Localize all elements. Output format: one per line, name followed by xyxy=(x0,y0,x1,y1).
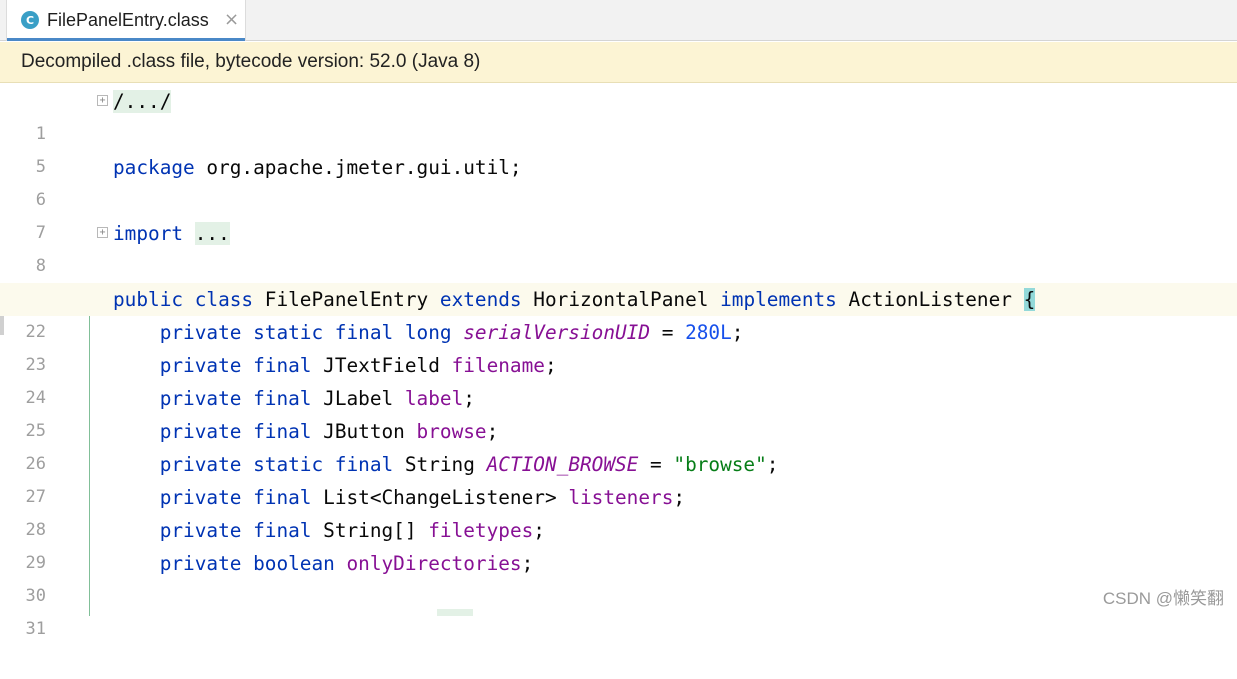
line-number: 31 xyxy=(25,619,46,639)
keyword: private static final xyxy=(113,453,405,476)
brace-highlight: { xyxy=(1023,288,1036,311)
type-name: JButton xyxy=(323,420,417,443)
code-line-current[interactable]: 22 public class FilePanelEntry extends H… xyxy=(0,283,1237,342)
field-name: label xyxy=(404,387,464,410)
superclass-name: HorizontalPanel xyxy=(521,288,721,311)
keyword: private final xyxy=(113,519,324,542)
semicolon: ; xyxy=(521,552,534,575)
type-name: String[] xyxy=(323,519,429,542)
banner-text: Decompiled .class file, bytecode version… xyxy=(21,51,481,72)
type-name: JTextField xyxy=(323,354,452,377)
field-name: listeners xyxy=(568,486,674,509)
keyword: package xyxy=(113,156,195,179)
folded-region-stub xyxy=(437,609,473,616)
package-name: org.apache.jmeter.gui.util; xyxy=(194,156,522,179)
number-literal: 280L xyxy=(685,321,732,344)
active-tab-indicator xyxy=(7,38,245,41)
code-line[interactable]: 21 xyxy=(0,250,1237,309)
keyword: extends xyxy=(439,288,522,311)
code-line[interactable]: 1 + /.../ xyxy=(0,85,1237,144)
code-line[interactable]: 28 private final List<ChangeListener> li… xyxy=(0,481,1237,540)
code-line[interactable]: 26 private final JButton browse; xyxy=(0,415,1237,474)
code-line[interactable]: 29 private final String[] filetypes; xyxy=(0,514,1237,573)
keyword: import xyxy=(113,222,184,245)
code-line[interactable]: 7 xyxy=(0,184,1237,243)
keyword: private final xyxy=(113,387,324,410)
code-line[interactable]: 5 xyxy=(0,118,1237,177)
class-name: FilePanelEntry xyxy=(253,288,440,311)
semicolon: ; xyxy=(544,354,557,377)
folded-imports[interactable]: ... xyxy=(194,222,230,245)
semicolon: ; xyxy=(673,486,686,509)
static-field: ACTION_BROWSE xyxy=(486,453,639,476)
semicolon: ; xyxy=(486,420,499,443)
tab-filepanelentry[interactable]: C FilePanelEntry.class × xyxy=(6,0,246,41)
string-literal: "browse" xyxy=(673,453,767,476)
type-name: List<ChangeListener> xyxy=(323,486,569,509)
field-name: onlyDirectories xyxy=(346,552,522,575)
editor-tab-bar: C FilePanelEntry.class × xyxy=(0,0,1237,41)
code-line[interactable]: 25 private final JLabel label; xyxy=(0,382,1237,441)
semicolon: ; xyxy=(766,453,779,476)
field-name: browse xyxy=(416,420,487,443)
operator: = xyxy=(638,453,674,476)
code-line[interactable]: 8 + import ... xyxy=(0,217,1237,276)
field-name: filename xyxy=(451,354,545,377)
code-line[interactable]: 30 private boolean onlyDirectories; xyxy=(0,547,1237,606)
code-line[interactable]: 31 xyxy=(0,580,1237,639)
close-icon[interactable]: × xyxy=(224,9,239,30)
keyword: private final xyxy=(113,420,324,443)
keyword: private boolean xyxy=(113,552,347,575)
code-editor[interactable]: 1 + /.../ 5 6 package org.apache.jmeter.… xyxy=(0,83,1237,639)
keyword: implements xyxy=(720,288,837,311)
watermark: CSDN @懒笑翻 xyxy=(1102,589,1224,608)
semicolon: ; xyxy=(463,387,475,410)
keyword: private final xyxy=(113,486,324,509)
code-line[interactable]: 24 private final JTextField filename; xyxy=(0,349,1237,408)
interface-name: ActionListener xyxy=(836,288,1024,311)
fold-expand-icon[interactable]: + xyxy=(97,95,108,106)
decompiled-banner: Decompiled .class file, bytecode version… xyxy=(0,42,1237,83)
semicolon: ; xyxy=(731,321,744,344)
keyword: private final xyxy=(113,354,324,377)
tab-title: FilePanelEntry.class xyxy=(47,10,209,30)
static-field: serialVersionUID xyxy=(463,321,651,344)
field-name: filetypes xyxy=(428,519,534,542)
code-line[interactable]: 23 private static final long serialVersi… xyxy=(0,316,1237,375)
type-name: String xyxy=(404,453,487,476)
code-line[interactable]: 27 private static final String ACTION_BR… xyxy=(0,448,1237,507)
class-file-icon: C xyxy=(21,11,39,29)
folded-region[interactable]: /.../ xyxy=(113,90,172,113)
fold-expand-icon[interactable]: + xyxy=(97,227,108,238)
keyword: public class xyxy=(113,288,254,311)
semicolon: ; xyxy=(533,519,545,542)
code-line[interactable]: 6 package org.apache.jmeter.gui.util; xyxy=(0,151,1237,210)
operator: = xyxy=(650,321,686,344)
keyword: private static final long xyxy=(113,321,464,344)
type-name: JLabel xyxy=(323,387,405,410)
